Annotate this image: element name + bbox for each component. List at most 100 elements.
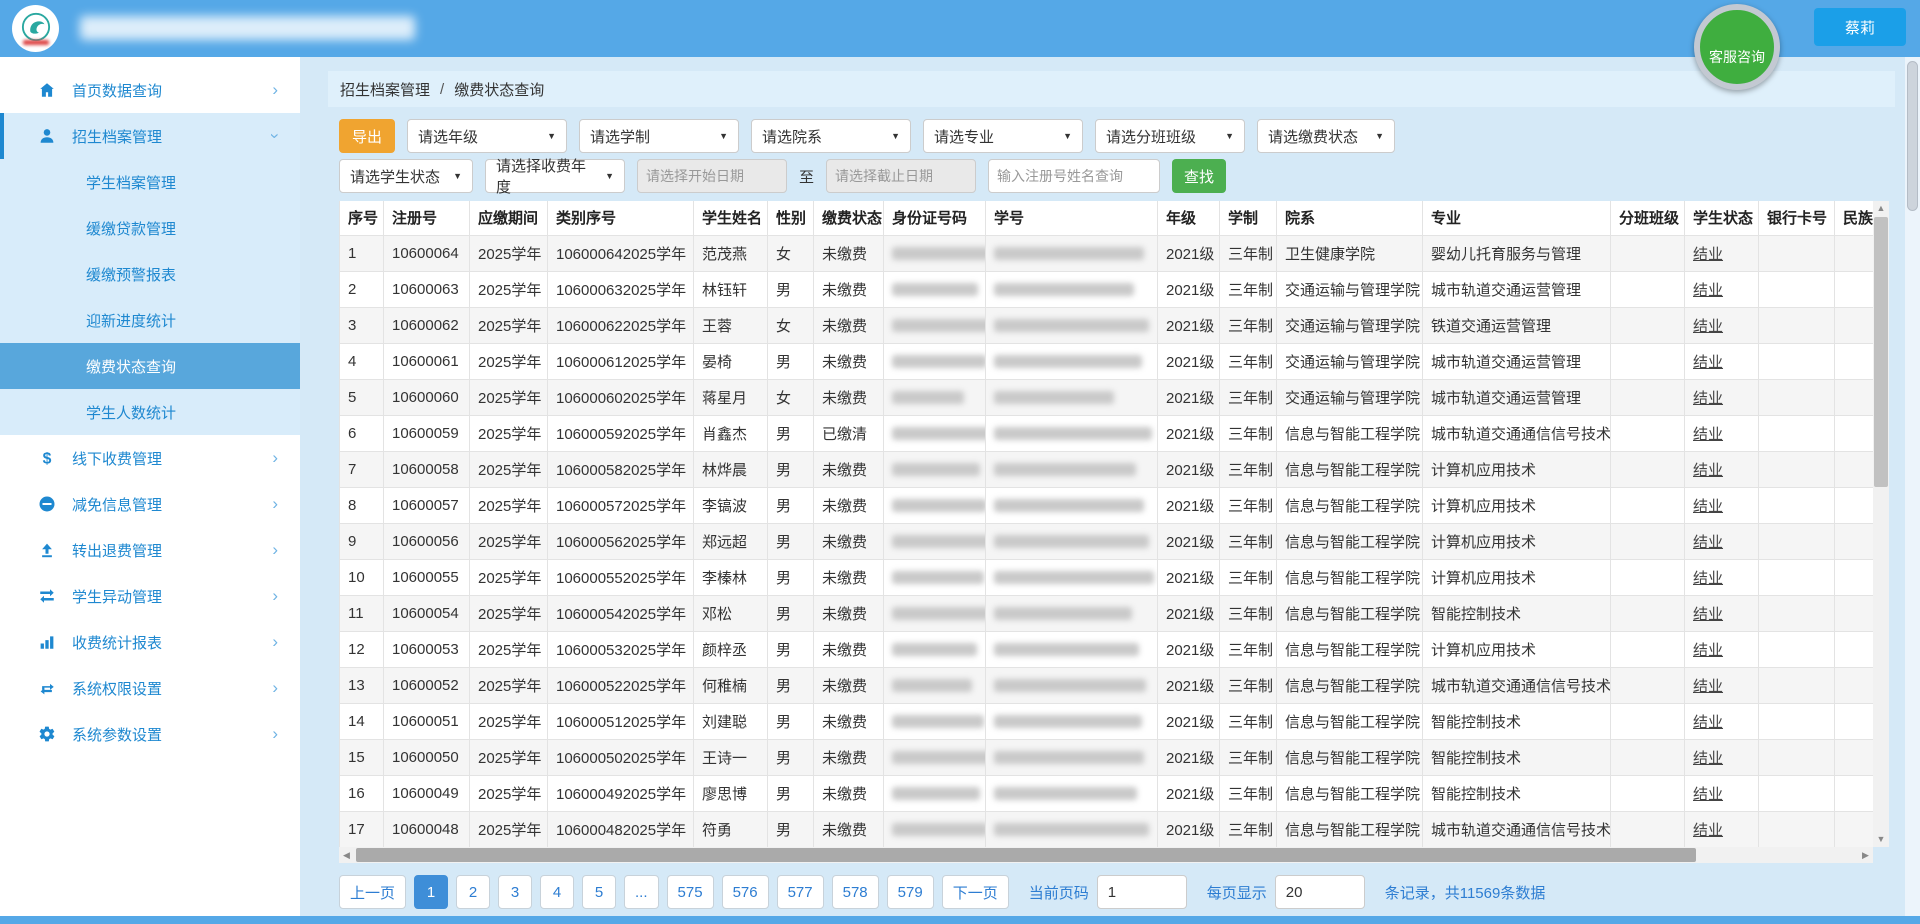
student-status-link[interactable]: 结业	[1693, 246, 1723, 263]
redacted-blur	[892, 499, 986, 512]
sidebar-item-system-permission[interactable]: 系统权限设置›	[0, 665, 300, 711]
table-horizontal-scrollbar[interactable]: ◀ ▶	[339, 847, 1873, 863]
cell: 男	[768, 487, 814, 523]
support-badge[interactable]: 客服咨询	[1694, 4, 1780, 90]
search-button[interactable]: 查找	[1172, 159, 1226, 193]
student-status-link[interactable]: 结业	[1693, 390, 1723, 407]
scroll-right-arrow-icon[interactable]: ▶	[1858, 847, 1873, 863]
sidebar-item-reduction-info[interactable]: 减免信息管理›	[0, 481, 300, 527]
logo-bird-icon	[21, 12, 51, 42]
cell	[1611, 271, 1685, 307]
student-status-link[interactable]: 结业	[1693, 354, 1723, 371]
page-button-575[interactable]: 575	[667, 875, 714, 909]
sidebar-subitem-缴费状态查询[interactable]: 缴费状态查询	[0, 343, 300, 389]
page-button-5[interactable]: 5	[582, 875, 616, 909]
student-status-link[interactable]: 结业	[1693, 570, 1723, 587]
caret-down-icon: ▼	[719, 131, 728, 141]
filter-college-select[interactable]: 请选院系▼	[751, 119, 911, 153]
date-end-input[interactable]	[826, 159, 976, 193]
cell: 智能控制技术	[1423, 775, 1611, 811]
cell-id-card-redacted	[884, 307, 986, 343]
breadcrumb-parent[interactable]: 招生档案管理	[340, 79, 430, 100]
page-ellipsis[interactable]: ...	[624, 875, 659, 909]
filter-major-select[interactable]: 请选专业▼	[923, 119, 1083, 153]
student-status-link[interactable]: 结业	[1693, 498, 1723, 515]
page-button-579[interactable]: 579	[887, 875, 934, 909]
scroll-down-arrow-icon[interactable]: ▼	[1873, 832, 1889, 847]
sidebar-item-student-change[interactable]: 学生异动管理›	[0, 573, 300, 619]
sidebar-item-system-parameter[interactable]: 系统参数设置›	[0, 711, 300, 757]
prev-page-button[interactable]: 上一页	[339, 875, 406, 909]
current-page-input[interactable]	[1097, 875, 1187, 909]
cell: 信息与智能工程学院	[1277, 559, 1423, 595]
filter-pay-status-select[interactable]: 请选缴费状态▼	[1257, 119, 1395, 153]
student-status-link[interactable]: 结业	[1693, 318, 1723, 335]
sidebar-item-fee-report[interactable]: 收费统计报表›	[0, 619, 300, 665]
sidebar-subitem-学生档案管理[interactable]: 学生档案管理	[0, 159, 300, 205]
cell: 交通运输与管理学院	[1277, 379, 1423, 415]
caret-down-icon: ▼	[453, 171, 462, 181]
filter-class-select[interactable]: 请选分班班级▼	[1095, 119, 1245, 153]
filter-student-status-select[interactable]: 请选学生状态▼	[339, 159, 473, 193]
scroll-up-arrow-icon[interactable]: ▲	[1873, 201, 1889, 216]
vertical-scrollbar-thumb[interactable]	[1874, 217, 1888, 487]
cell: 计算机应用技术	[1423, 523, 1611, 559]
sidebar-subitem-缓缴预警报表[interactable]: 缓缴预警报表	[0, 251, 300, 297]
cell-student-status: 结业	[1685, 235, 1759, 271]
export-button[interactable]: 导出	[339, 119, 395, 153]
student-status-link[interactable]: 结业	[1693, 426, 1723, 443]
sidebar-item-transfer-refund[interactable]: 转出退费管理›	[0, 527, 300, 573]
redacted-blur	[892, 427, 986, 440]
horizontal-scrollbar-thumb[interactable]	[356, 848, 1696, 862]
sidebar-subitem-学生人数统计[interactable]: 学生人数统计	[0, 389, 300, 435]
cell: 2025学年	[470, 631, 548, 667]
cell: 男	[768, 667, 814, 703]
footer-bar	[0, 916, 1920, 924]
date-start-input[interactable]	[637, 159, 787, 193]
sidebar-subitem-缓缴贷款管理[interactable]: 缓缴贷款管理	[0, 205, 300, 251]
scroll-left-arrow-icon[interactable]: ◀	[339, 847, 354, 863]
sidebar-item-home-data-query[interactable]: 首页数据查询›	[0, 67, 300, 113]
keyword-search-input[interactable]	[988, 159, 1160, 193]
page-button-2[interactable]: 2	[456, 875, 490, 909]
per-page-input[interactable]	[1275, 875, 1365, 909]
student-status-link[interactable]: 结业	[1693, 642, 1723, 659]
filter-grade-select[interactable]: 请选年级▼	[407, 119, 567, 153]
table-vertical-scrollbar[interactable]: ▲ ▼	[1873, 201, 1889, 847]
student-status-link[interactable]: 结业	[1693, 786, 1723, 803]
student-status-link[interactable]: 结业	[1693, 822, 1723, 839]
sidebar-item-admission-archive[interactable]: 招生档案管理›	[0, 113, 300, 159]
page-scrollbar-thumb[interactable]	[1907, 61, 1918, 211]
filter-fee-year-select[interactable]: 请选择收费年度▼	[485, 159, 625, 193]
sidebar-item-label: 招生档案管理	[72, 126, 162, 147]
student-status-link[interactable]: 结业	[1693, 534, 1723, 551]
sidebar-item-offline-fee[interactable]: $线下收费管理›	[0, 435, 300, 481]
filter-schooling-select[interactable]: 请选学制▼	[579, 119, 739, 153]
user-button[interactable]: 蔡莉	[1814, 8, 1906, 46]
page-button-1[interactable]: 1	[414, 875, 448, 909]
cell: 男	[768, 451, 814, 487]
page-button-578[interactable]: 578	[832, 875, 879, 909]
next-page-button[interactable]: 下一页	[942, 875, 1009, 909]
cell-student-id-redacted	[986, 415, 1158, 451]
page-scrollbar[interactable]	[1905, 57, 1920, 916]
page-button-576[interactable]: 576	[722, 875, 769, 909]
sidebar-item-label: 减免信息管理	[72, 494, 162, 515]
student-status-link[interactable]: 结业	[1693, 606, 1723, 623]
cell	[1835, 451, 1874, 487]
cell-student-status: 结业	[1685, 415, 1759, 451]
student-status-link[interactable]: 结业	[1693, 282, 1723, 299]
page-button-4[interactable]: 4	[540, 875, 574, 909]
cell: 2021级	[1158, 487, 1220, 523]
student-status-link[interactable]: 结业	[1693, 750, 1723, 767]
sidebar-subitem-迎新进度统计[interactable]: 迎新进度统计	[0, 297, 300, 343]
student-status-link[interactable]: 结业	[1693, 678, 1723, 695]
page-button-577[interactable]: 577	[777, 875, 824, 909]
page-button-3[interactable]: 3	[498, 875, 532, 909]
student-status-link[interactable]: 结业	[1693, 714, 1723, 731]
cell	[1835, 775, 1874, 811]
cell	[1611, 235, 1685, 271]
caret-down-icon: ▼	[1225, 131, 1234, 141]
cell	[1611, 559, 1685, 595]
student-status-link[interactable]: 结业	[1693, 462, 1723, 479]
